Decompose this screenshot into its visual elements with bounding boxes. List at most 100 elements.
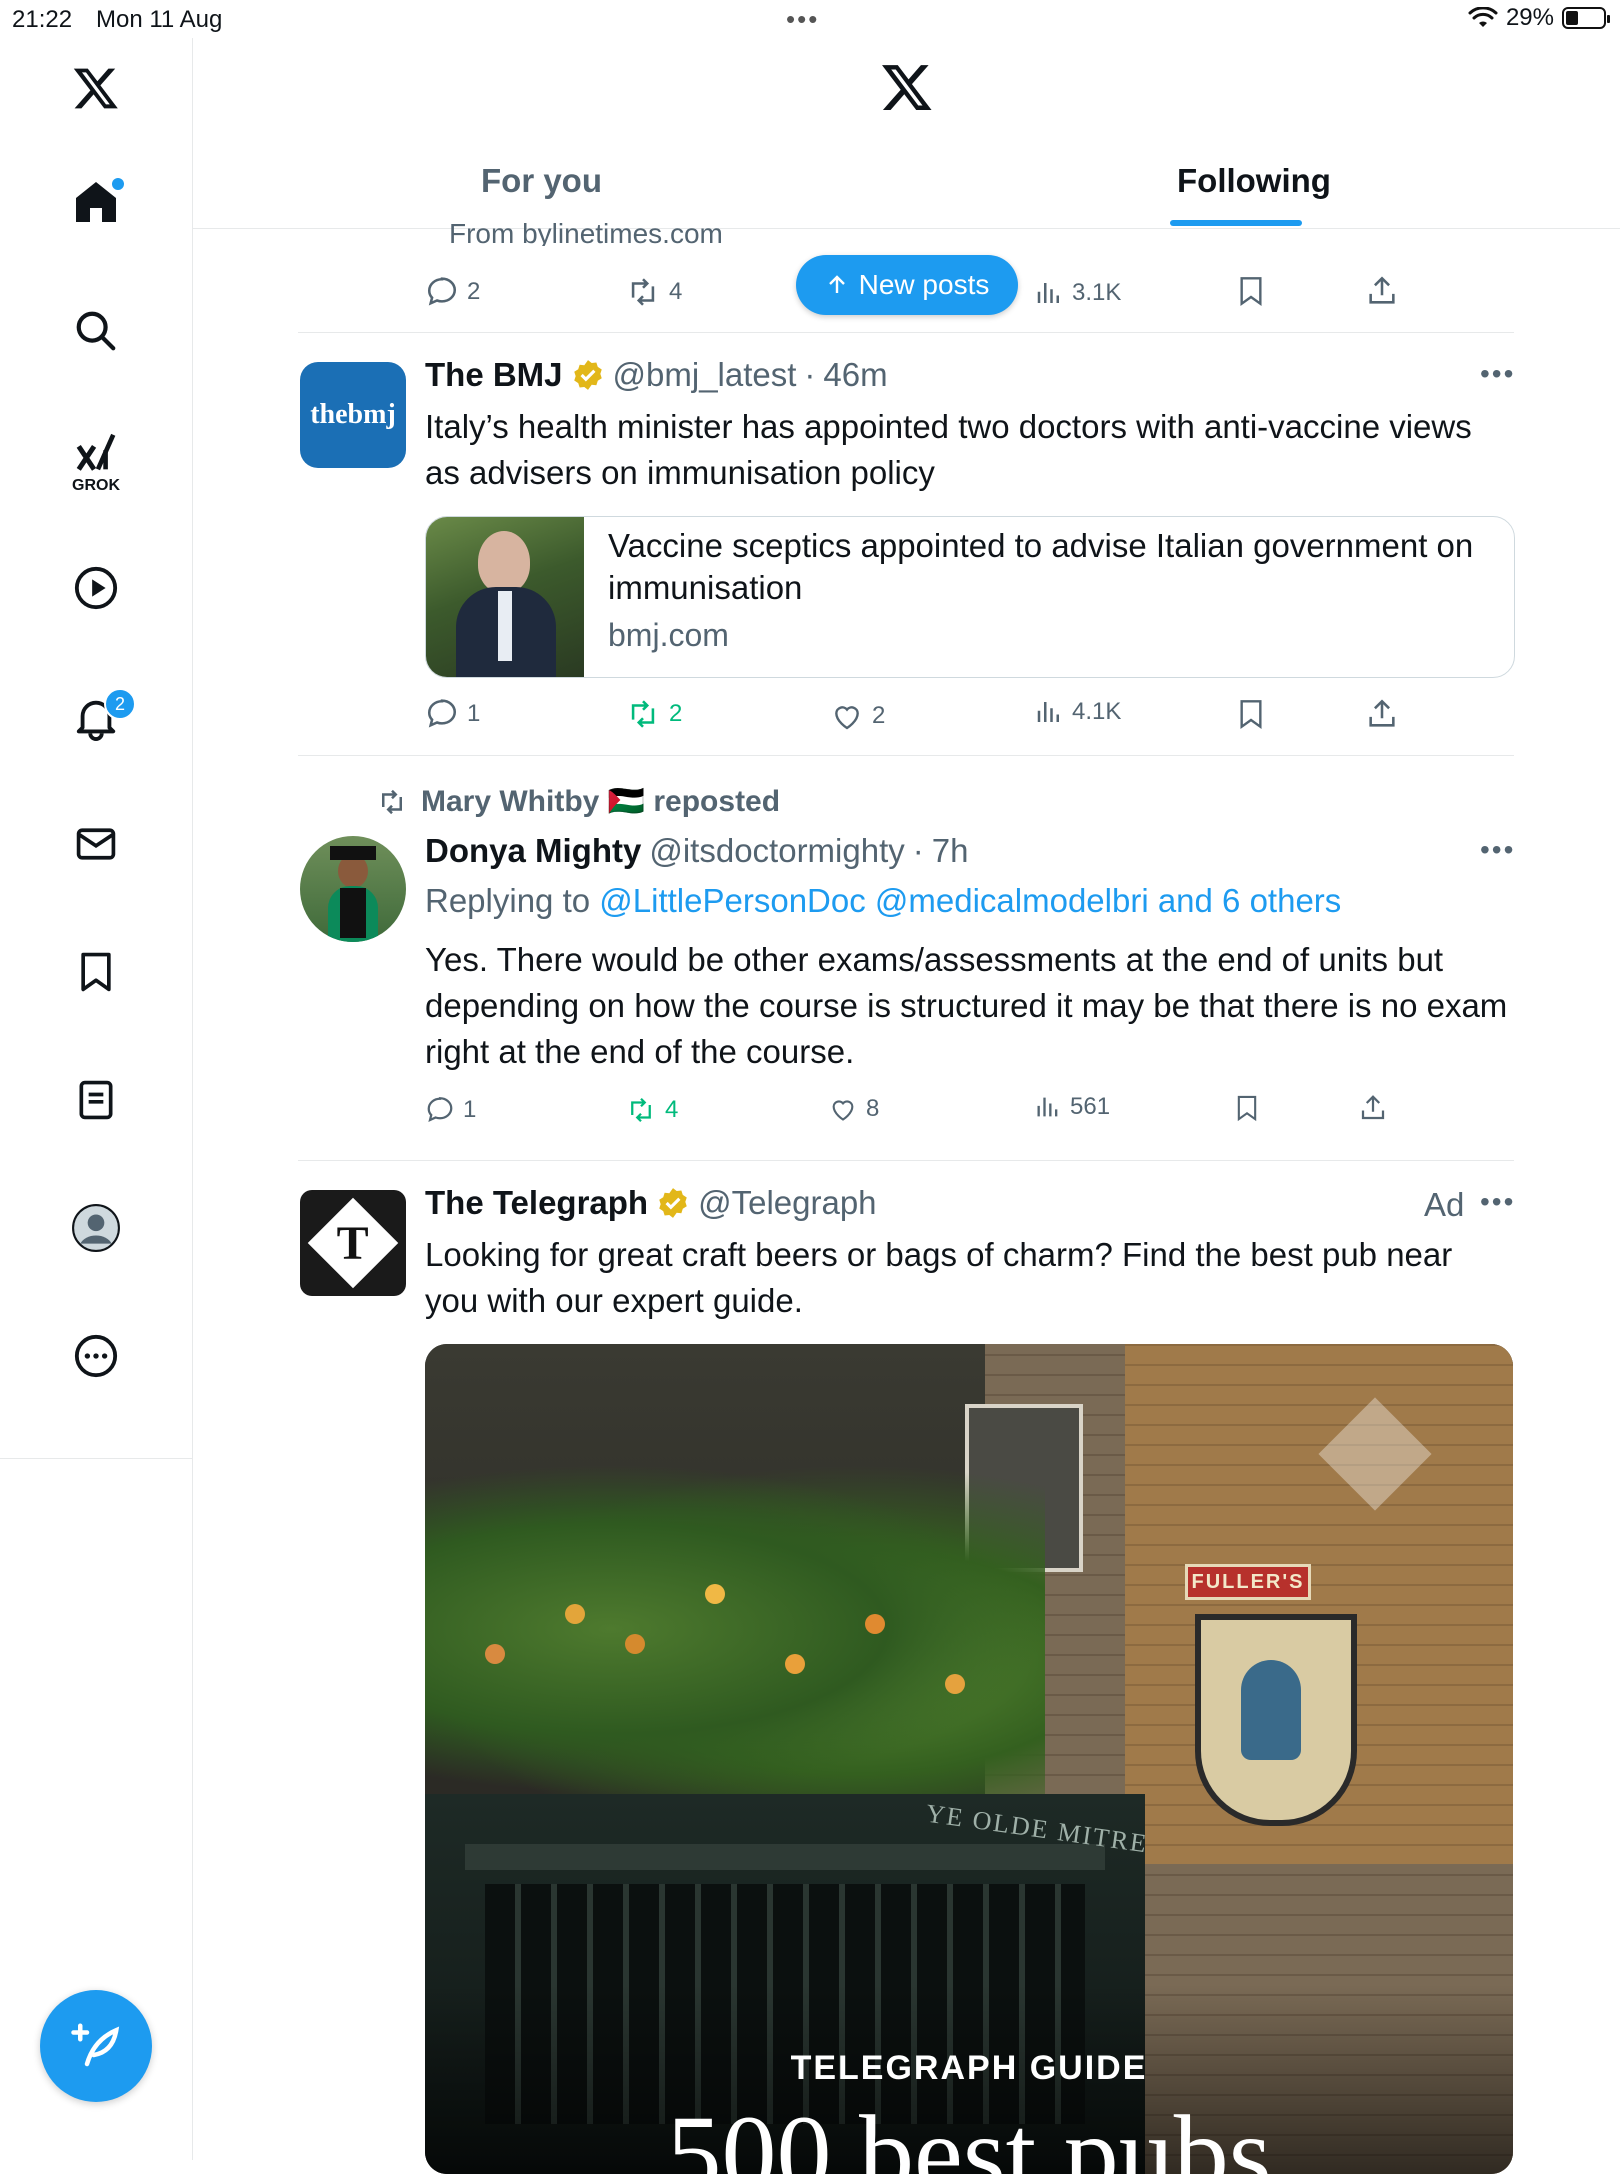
author-handle[interactable]: @itsdoctormighty (649, 832, 904, 870)
author-handle[interactable]: @Telegraph (698, 1184, 876, 1222)
prev-views-button[interactable]: 3.1K (1034, 278, 1121, 308)
repost-button[interactable]: 4 (625, 1095, 678, 1125)
like-button[interactable]: 8 (828, 1095, 879, 1123)
multitasking-dots[interactable]: ••• (786, 4, 819, 35)
verified-gold-icon (659, 1188, 687, 1218)
post-text: Italy’s health minister has appointed tw… (425, 408, 1472, 491)
prev-share-button[interactable] (1365, 274, 1399, 308)
reply-icon (427, 277, 457, 306)
card-thumbnail (426, 517, 584, 677)
post-time[interactable]: 7h (932, 832, 969, 870)
fullers-sign: FULLER'S (1185, 1564, 1311, 1600)
repost-button[interactable]: 2 (625, 697, 682, 731)
link-card[interactable]: Vaccine sceptics appointed to advise Ita… (425, 516, 1515, 678)
avatar-telegraph[interactable]: T (300, 1190, 406, 1296)
x-logo-icon[interactable] (66, 58, 126, 118)
new-posts-button[interactable]: New posts (796, 255, 1018, 315)
repost-context[interactable]: Mary Whitby 🇵🇸 reposted (375, 784, 780, 819)
repost-small-icon (382, 789, 402, 814)
lists-icon[interactable] (66, 1070, 126, 1130)
ad-guide-label: TELEGRAPH GUIDE (790, 2049, 1148, 2087)
replying-to-users[interactable]: @LittlePersonDoc @medicalmodelbri and 6 … (599, 882, 1341, 919)
views-icon (1037, 702, 1059, 722)
more-options-icon[interactable]: ••• (1480, 1186, 1515, 1218)
views-button[interactable]: 561 (1034, 1093, 1110, 1121)
notifications-icon[interactable]: 2 (66, 688, 136, 748)
post-text: Looking for great craft beers or bags of… (425, 1236, 1453, 1319)
bookmark-icon (1240, 700, 1262, 729)
share-icon (1361, 1095, 1385, 1120)
more-options-icon[interactable]: ••• (1480, 358, 1515, 390)
bookmark-button[interactable] (1235, 697, 1267, 731)
shopfront-fascia (465, 1844, 1105, 1870)
author-name[interactable]: Donya Mighty (425, 832, 641, 870)
home-unread-dot (112, 178, 124, 190)
bookmark-button[interactable] (1233, 1093, 1261, 1123)
battery-percent: 29% (1505, 4, 1554, 31)
share-button[interactable] (1365, 697, 1399, 731)
repost-count: 2 (669, 700, 683, 727)
prev-repost-button[interactable]: 4 (625, 275, 682, 309)
author-name[interactable]: The Telegraph (425, 1184, 648, 1222)
more-icon[interactable] (66, 1326, 126, 1386)
ad-headline: 500 best pubs (666, 2093, 1272, 2174)
separator-dot: · (912, 832, 924, 869)
avatar-bmj[interactable]: thebmj (300, 362, 406, 468)
prev-bookmark-button[interactable] (1235, 274, 1267, 308)
post-divider (298, 755, 1514, 756)
repost-icon (631, 278, 655, 306)
separator-dot: · (804, 356, 816, 393)
messages-icon[interactable] (66, 814, 126, 874)
avatar-donya[interactable] (300, 836, 406, 942)
flowers (565, 1604, 585, 1624)
compose-button[interactable] (40, 1990, 152, 2102)
grok-icon[interactable]: GROK (66, 423, 126, 503)
share-button[interactable] (1358, 1093, 1388, 1123)
foliage (425, 1464, 1045, 1794)
like-count: 8 (866, 1095, 880, 1122)
prev-reply-button[interactable]: 2 (425, 275, 480, 309)
like-count: 2 (872, 702, 886, 729)
replying-to: Replying to @LittlePersonDoc @medicalmod… (425, 882, 1341, 920)
sidebar: GROK 2 (0, 38, 193, 2160)
timeline-header: For you Following (193, 38, 1620, 229)
post-time[interactable]: 46m (823, 356, 887, 394)
sidebar-divider (0, 1458, 192, 1459)
home-icon[interactable] (66, 172, 126, 232)
more-options-icon[interactable]: ••• (1480, 834, 1515, 866)
post-divider (298, 332, 1514, 333)
reply-icon (427, 1097, 453, 1122)
bmj-logo-text: thebmj (310, 399, 396, 430)
share-icon (1369, 276, 1395, 304)
status-time: 21:22 (12, 6, 73, 33)
bookmarks-icon[interactable] (66, 942, 126, 1002)
profile-icon[interactable] (66, 1198, 126, 1258)
search-icon[interactable] (66, 301, 126, 361)
header-x-logo-icon[interactable] (880, 60, 934, 119)
post-header: The Telegraph @Telegraph (425, 1184, 877, 1222)
arrow-up-icon (828, 275, 845, 293)
post-header: Donya Mighty @itsdoctormighty · 7h (425, 832, 968, 870)
compose-feather-icon (71, 2023, 120, 2067)
post-divider (298, 1160, 1514, 1161)
tab-following[interactable]: Following (1177, 162, 1331, 200)
reply-icon (427, 699, 457, 728)
tab-for-you[interactable]: For you (481, 162, 602, 200)
views-count: 561 (1070, 1093, 1111, 1120)
telegraph-logo-icon: T (307, 1197, 399, 1289)
status-right: 29% (1468, 4, 1610, 32)
author-handle[interactable]: @bmj_latest (613, 356, 797, 394)
views-icon (1037, 283, 1059, 303)
prev-post-source: From bylinetimes.com (449, 218, 723, 246)
bookmark-icon (1237, 1095, 1257, 1122)
verified-gold-icon (573, 360, 602, 390)
reply-count: 1 (463, 1096, 477, 1123)
reply-button[interactable]: 1 (425, 1095, 476, 1125)
ad-image[interactable]: YE OLDE MITRE FULLER'S TELEGRAPH GUIDE 5… (425, 1344, 1513, 2174)
author-name[interactable]: The BMJ (425, 356, 563, 394)
video-icon[interactable] (66, 558, 126, 618)
views-button[interactable]: 4.1K (1034, 697, 1121, 727)
like-button[interactable]: 2 (830, 700, 885, 732)
reply-button[interactable]: 1 (425, 697, 480, 731)
status-date: Mon 11 Aug (96, 6, 223, 33)
